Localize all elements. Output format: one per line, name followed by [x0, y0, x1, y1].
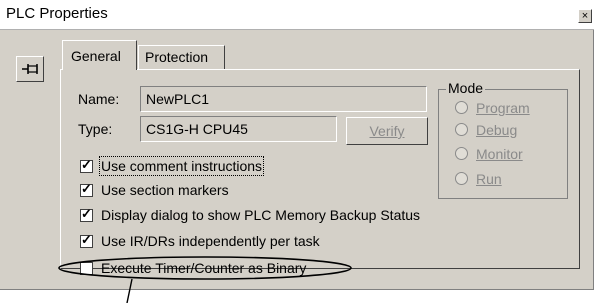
annotation-ellipse: [58, 256, 352, 280]
tab-general[interactable]: General: [62, 40, 137, 70]
tab-general-label: General: [71, 48, 121, 64]
annotation-pointer-line: [126, 278, 133, 303]
